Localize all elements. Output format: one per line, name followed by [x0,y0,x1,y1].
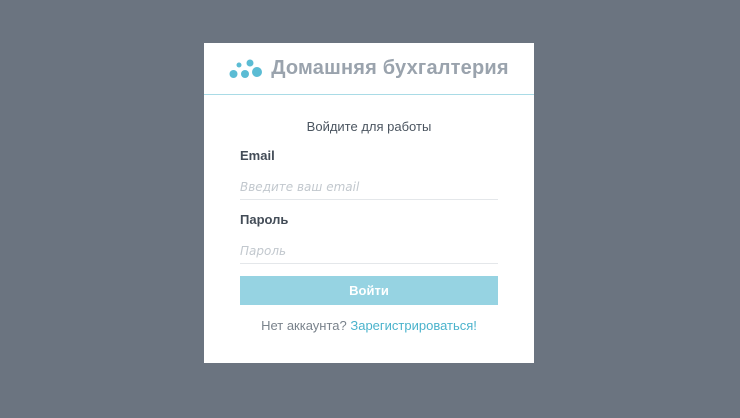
password-group: Пароль [240,212,498,264]
email-field[interactable] [240,174,498,200]
login-subtitle: Войдите для работы [306,119,432,134]
register-link[interactable]: Зарегистрироваться! [350,318,477,333]
app-title: Домашняя бухгалтерия [271,57,509,79]
email-group: Email [240,148,498,200]
email-label: Email [240,148,275,163]
login-form: Войдите для работы Email Пароль Войти Не… [204,95,534,333]
register-prompt: Нет аккаунта? [261,318,347,333]
register-line: Нет аккаунта? Зарегистрироваться! [240,318,498,333]
password-field[interactable] [240,238,498,264]
card-header: Домашняя бухгалтерия [204,43,534,95]
dots-logo-icon [229,59,263,78]
login-button[interactable]: Войти [240,276,498,305]
login-card: Домашняя бухгалтерия Войдите для работы … [204,43,534,363]
password-label: Пароль [240,212,289,227]
